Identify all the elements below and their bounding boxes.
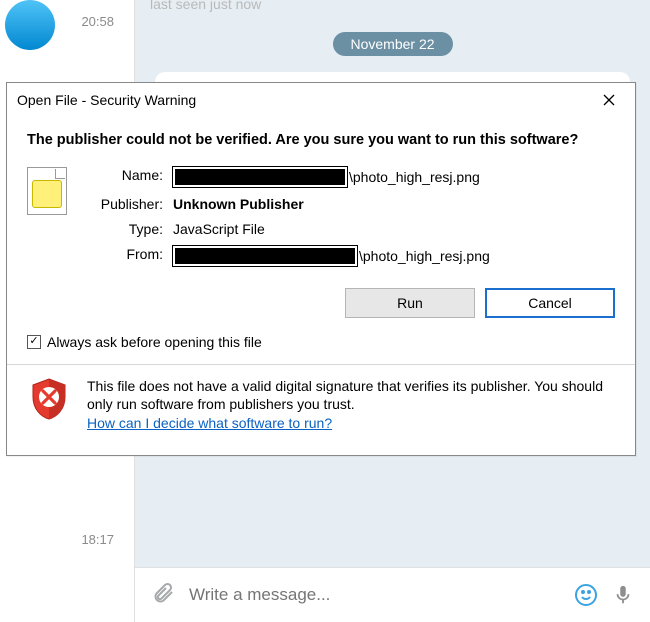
run-button[interactable]: Run bbox=[345, 288, 475, 318]
publisher-value: Unknown Publisher bbox=[173, 196, 615, 212]
type-value: JavaScript File bbox=[173, 221, 615, 237]
shield-warning-icon bbox=[29, 377, 69, 424]
dialog-titlebar: Open File - Security Warning bbox=[7, 83, 635, 117]
checkbox-icon[interactable]: ✓ bbox=[27, 335, 41, 349]
security-warning-dialog: Open File - Security Warning The publish… bbox=[6, 82, 636, 456]
from-label: From: bbox=[87, 246, 163, 266]
type-label: Type: bbox=[87, 221, 163, 237]
avatar[interactable] bbox=[5, 0, 55, 50]
warning-text: This file does not have a valid digital … bbox=[87, 378, 603, 413]
dialog-heading: The publisher could not be verified. Are… bbox=[27, 131, 615, 151]
chat-time: 18:17 bbox=[81, 532, 114, 547]
from-value: \photo_high_resj.png bbox=[173, 246, 615, 266]
message-composer bbox=[135, 567, 650, 622]
message-bubble bbox=[155, 72, 630, 82]
checkbox-label: Always ask before opening this file bbox=[47, 334, 262, 350]
name-label: Name: bbox=[87, 167, 163, 187]
cancel-button[interactable]: Cancel bbox=[485, 288, 615, 318]
help-link[interactable]: How can I decide what software to run? bbox=[87, 415, 332, 431]
warning-row: This file does not have a valid digital … bbox=[27, 377, 615, 444]
last-seen-text: last seen just now bbox=[150, 0, 261, 12]
chat-time: 20:58 bbox=[81, 14, 114, 29]
dialog-title: Open File - Security Warning bbox=[17, 92, 196, 108]
microphone-icon[interactable] bbox=[612, 584, 634, 606]
date-pill: November 22 bbox=[332, 32, 452, 56]
emoji-icon[interactable] bbox=[574, 583, 598, 607]
dialog-body: The publisher could not be verified. Are… bbox=[7, 117, 635, 455]
publisher-label: Publisher: bbox=[87, 196, 163, 212]
dialog-buttons: Run Cancel bbox=[27, 288, 615, 318]
always-ask-checkbox-row[interactable]: ✓ Always ask before opening this file bbox=[27, 334, 615, 350]
redacted-text bbox=[173, 246, 357, 266]
script-file-icon bbox=[27, 167, 67, 215]
separator bbox=[7, 364, 635, 365]
file-details: Name: \photo_high_resj.png Publisher: Un… bbox=[87, 167, 615, 266]
warning-text-block: This file does not have a valid digital … bbox=[87, 377, 611, 434]
message-input[interactable] bbox=[189, 585, 560, 605]
name-value: \photo_high_resj.png bbox=[173, 167, 615, 187]
close-icon[interactable] bbox=[591, 87, 627, 113]
redacted-text bbox=[173, 167, 347, 187]
paperclip-icon[interactable] bbox=[151, 581, 175, 610]
